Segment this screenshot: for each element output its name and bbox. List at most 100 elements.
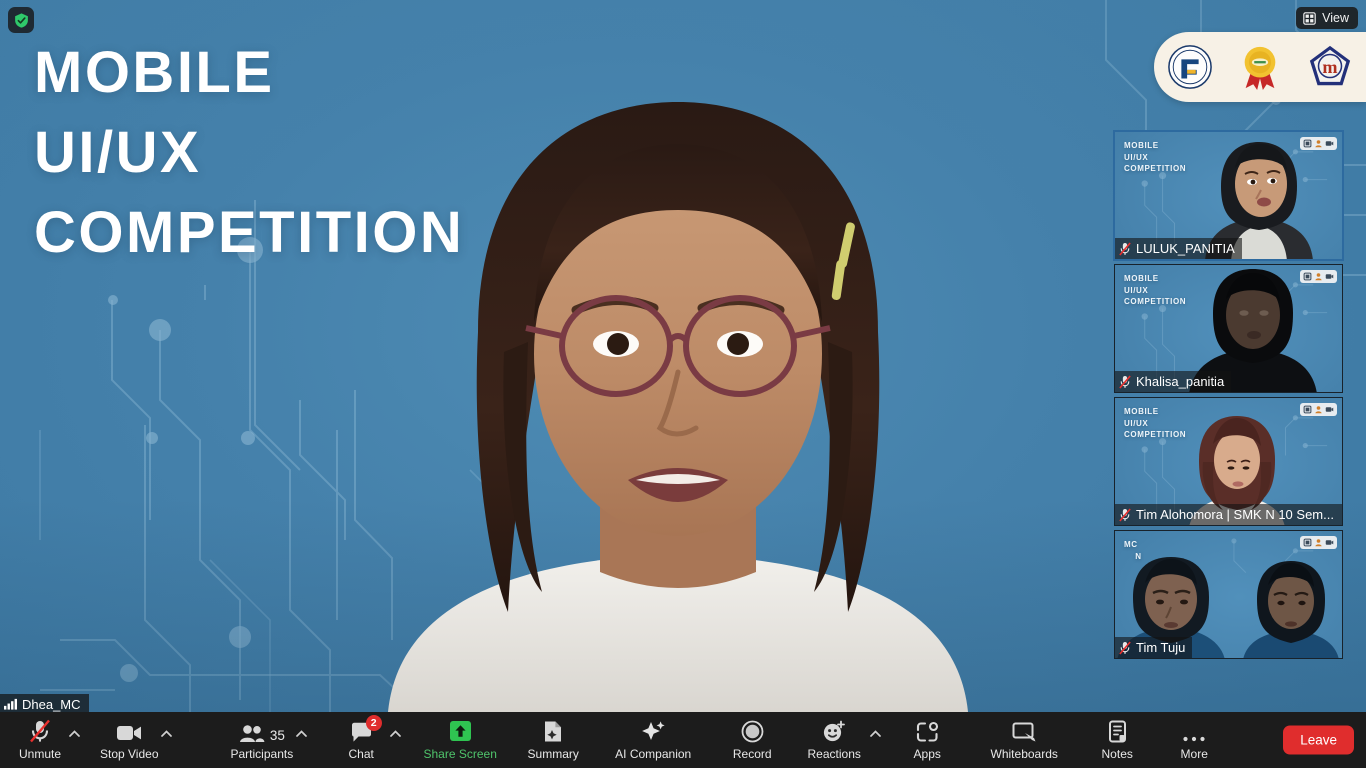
chevron-up-icon [389, 729, 401, 737]
tile-slide-text: MOBILE UI/UX COMPETITION [1124, 274, 1187, 307]
video-options-caret[interactable] [159, 712, 175, 768]
whiteboards-label: Whiteboards [990, 747, 1058, 761]
person-icon[interactable] [1314, 538, 1323, 547]
smiley-plus-icon [822, 719, 846, 743]
chat-button[interactable]: 2 Chat [335, 712, 387, 768]
apps-button[interactable]: Apps [899, 712, 955, 768]
tile-participant-name: Khalisa_panitia [1136, 374, 1225, 389]
active-speaker-name: Dhea_MC [22, 696, 81, 712]
view-button-label: View [1322, 11, 1349, 25]
whiteboard-icon [1012, 719, 1037, 743]
tile-name-bar: LULUK_PANITIA [1115, 238, 1242, 259]
mic-off-icon [1119, 241, 1131, 256]
chat-options-caret[interactable] [387, 712, 403, 768]
unmute-button[interactable]: Unmute [14, 712, 66, 768]
signal-bars-icon [4, 698, 17, 710]
video-camera-icon [116, 719, 142, 743]
participant-tile-tim-tuju[interactable]: MC N Tim Tuju [1114, 530, 1343, 659]
notes-icon [1108, 719, 1127, 743]
tile-participant-name: LULUK_PANITIA [1136, 241, 1235, 256]
stop-video-button[interactable]: Stop Video [100, 712, 159, 768]
pin-icon[interactable] [1303, 538, 1312, 547]
pin-icon[interactable] [1303, 405, 1312, 414]
apps-icon [916, 719, 939, 743]
ai-companion-button[interactable]: AI Companion [607, 712, 699, 768]
reactions-options-caret[interactable] [867, 712, 883, 768]
share-screen-up-arrow-icon [448, 719, 473, 743]
person-icon[interactable] [1314, 139, 1323, 148]
tile-participant-name: Tim Alohomora | SMK N 10 Sem... [1136, 507, 1334, 522]
camera-icon[interactable] [1325, 272, 1334, 281]
whiteboards-button[interactable]: Whiteboards [981, 712, 1067, 768]
tile-slide-text: MOBILE UI/UX COMPETITION [1124, 407, 1187, 440]
pin-icon[interactable] [1303, 272, 1312, 281]
slide-headline: MOBILE UI/UX COMPETITION [34, 44, 464, 284]
meeting-toolbar: Unmute Stop Video 35 Participants 2 Chat… [0, 712, 1366, 768]
reactions-button[interactable]: Reactions [801, 712, 867, 768]
active-speaker-name-chip: Dhea_MC [0, 694, 89, 712]
tile-controls[interactable] [1300, 137, 1337, 150]
participants-label: Participants [230, 747, 294, 761]
tile-slide-text: MC N [1124, 540, 1142, 561]
chevron-up-icon [161, 729, 172, 737]
participants-button[interactable]: 35 Participants [230, 712, 294, 768]
people-icon: 35 [239, 719, 285, 743]
mic-off-icon [1119, 640, 1131, 655]
unmute-label: Unmute [18, 747, 62, 761]
participants-options-caret[interactable] [293, 712, 309, 768]
leave-button[interactable]: Leave [1283, 725, 1354, 755]
summary-document-icon [543, 719, 563, 743]
record-button[interactable]: Record [723, 712, 781, 768]
share-screen-label: Share Screen [423, 747, 497, 761]
chat-bubble-icon: 2 [350, 715, 382, 743]
svg-text:m: m [1322, 57, 1337, 77]
mic-off-icon [1119, 374, 1131, 389]
more-button[interactable]: More [1169, 712, 1219, 768]
shield-check-icon[interactable] [8, 7, 34, 33]
share-screen-button[interactable]: Share Screen [423, 712, 497, 768]
tile-controls[interactable] [1300, 270, 1337, 283]
pin-icon[interactable] [1303, 139, 1312, 148]
participants-count: 35 [269, 728, 285, 743]
award-ribbon-icon [1244, 46, 1276, 90]
record-label: Record [732, 747, 772, 761]
more-label: More [1180, 747, 1208, 761]
tile-controls[interactable] [1300, 403, 1337, 416]
participant-tile-khalisa[interactable]: MOBILE UI/UX COMPETITION Khalisa_panitia [1114, 264, 1343, 393]
person-icon[interactable] [1314, 272, 1323, 281]
person-icon[interactable] [1314, 405, 1323, 414]
grid-view-icon [1303, 11, 1316, 25]
record-circle-icon [741, 719, 764, 743]
institution-logo-icon [1168, 45, 1212, 89]
chevron-up-icon [295, 729, 307, 737]
chevron-up-icon [869, 729, 881, 737]
tile-controls[interactable] [1300, 536, 1337, 549]
tile-name-bar: Tim Tuju [1115, 637, 1193, 658]
summary-button[interactable]: Summary [521, 712, 585, 768]
zoom-meeting-window: MOBILE UI/UX COMPETITION View m Dhea_MC … [0, 0, 1366, 768]
slide-line-2: UI/UX [34, 120, 202, 185]
reactions-label: Reactions [807, 747, 861, 761]
sponsor-logo-strip: m [1154, 32, 1366, 102]
audio-options-caret[interactable] [66, 712, 82, 768]
stop-video-label: Stop Video [100, 747, 159, 761]
camera-icon[interactable] [1325, 139, 1334, 148]
camera-icon[interactable] [1325, 538, 1334, 547]
camera-icon[interactable] [1325, 405, 1334, 414]
slide-line-1: MOBILE [34, 40, 275, 105]
notes-label: Notes [1101, 747, 1133, 761]
ellipsis-icon [1182, 719, 1206, 743]
chat-label: Chat [348, 747, 374, 761]
notes-button[interactable]: Notes [1091, 712, 1143, 768]
participant-tile-alohomora[interactable]: MOBILE UI/UX COMPETITION Tim Alohomora | S… [1114, 397, 1343, 526]
apps-label: Apps [913, 747, 941, 761]
ai-companion-label: AI Companion [615, 747, 692, 761]
chat-unread-badge: 2 [365, 715, 382, 731]
tile-name-bar: Khalisa_panitia [1115, 371, 1232, 392]
ai-sparkle-icon [641, 719, 666, 743]
mic-off-icon [1119, 507, 1131, 522]
view-button[interactable]: View [1296, 7, 1358, 29]
participant-tile-luluk[interactable]: MOBILE UI/UX COMPETITION LULUK_PANITIA [1113, 130, 1344, 261]
participant-filmstrip: MOBILE UI/UX COMPETITION LULUK_PANITIA M… [1113, 130, 1344, 659]
chevron-up-icon [68, 729, 80, 737]
